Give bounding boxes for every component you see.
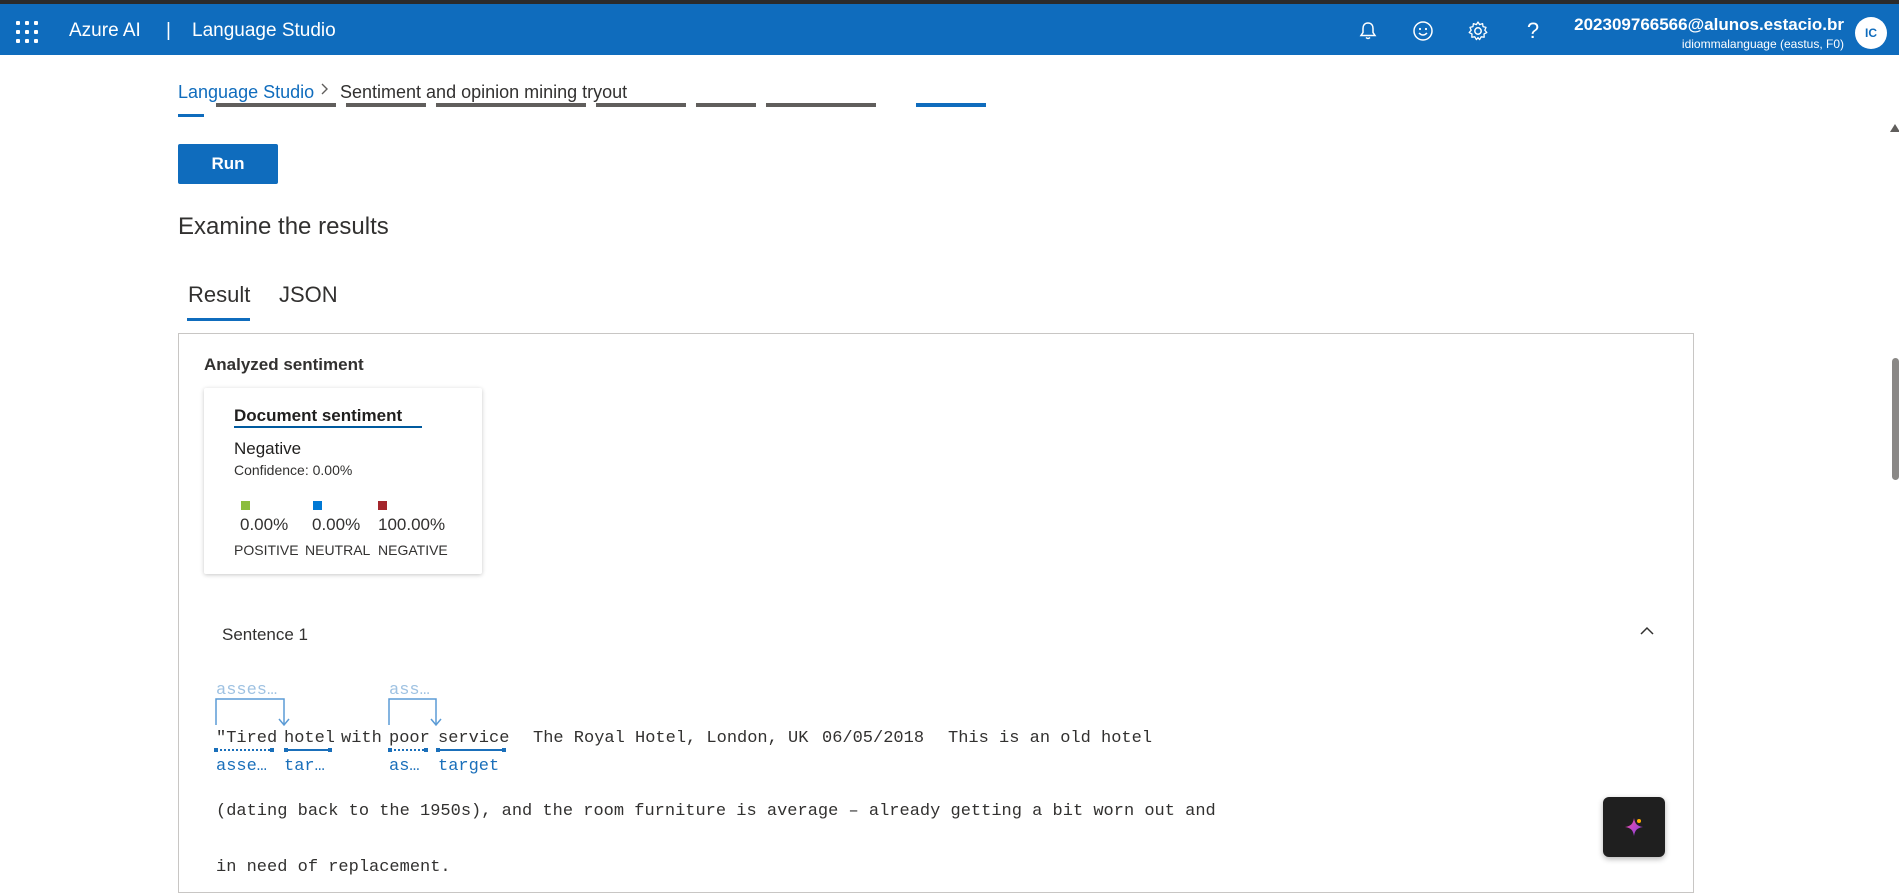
neutral-swatch [313,501,322,510]
sentence-header[interactable]: Sentence 1 [222,625,308,645]
tab-result[interactable]: Result [188,282,250,308]
sentence-text-line: in need of replacement. [216,858,451,877]
target-label[interactable]: tar… [284,757,325,776]
neutral-category: NEUTRAL [305,542,371,558]
positive-score: 0.00% [240,515,289,534]
assessment-label[interactable]: as… [389,757,420,776]
breadcrumb-home-link[interactable]: Language Studio [178,82,314,103]
negative-score: 100.00% [378,515,446,534]
opinion-underlines [214,748,506,752]
scrolled-content-edge [178,114,204,117]
run-button[interactable]: Run [178,144,278,184]
sparkle-icon [1625,818,1643,836]
confidence-text: Confidence: 0.00% [234,462,353,478]
negative-swatch [378,501,387,510]
sentiment-label: Negative [234,439,302,458]
positive-swatch [241,501,250,510]
breadcrumb-chevron-icon [319,81,331,102]
results-heading: Examine the results [178,213,389,240]
positive-category: POSITIVE [234,542,299,558]
assistant-button[interactable] [1603,797,1665,857]
active-tab-indicator [187,318,250,321]
analyzed-sentiment-heading: Analyzed sentiment [204,355,364,374]
topbar-separator: | [166,20,171,41]
sentence-text: 06/05/2018 [822,729,925,748]
target-label[interactable]: target [438,757,499,776]
sentence-text: This is an old hotel [948,729,1153,748]
document-sentiment-card: Document sentiment Negative Confidence: … [204,388,482,574]
scroll-up-arrow[interactable] [1890,124,1899,132]
sentence-text: The Royal Hotel, London, UK [533,729,809,748]
title-underline [234,426,422,428]
user-resource: idiommalanguage (eastus, F0) [1681,37,1844,51]
gear-icon[interactable] [1464,17,1492,45]
avatar[interactable]: IC [1855,17,1887,49]
word-with: with [341,729,382,748]
chevron-up-icon[interactable] [1637,621,1657,641]
top-bar: Azure AI | Language Studio ? 20230976656… [0,4,1899,55]
help-icon[interactable]: ? [1519,17,1547,45]
word-service[interactable]: service [438,729,509,748]
word-tired[interactable]: "Tired [216,729,277,748]
word-hotel[interactable]: hotel [284,729,335,748]
bell-icon[interactable] [1354,17,1382,45]
negative-category: NEGATIVE [378,542,448,558]
smiley-icon[interactable] [1409,17,1437,45]
neutral-score: 0.00% [312,515,361,534]
app-name[interactable]: Language Studio [192,20,336,42]
document-sentiment-title: Document sentiment [234,406,403,425]
clipped-text-edge [216,103,1076,117]
user-email[interactable]: 202309766566@alunos.estacio.br [1574,15,1844,35]
tab-json[interactable]: JSON [279,282,338,308]
product-name[interactable]: Azure AI [69,20,141,42]
word-poor[interactable]: poor [389,729,430,748]
scrollbar-thumb[interactable] [1892,358,1899,480]
breadcrumb-current: Sentiment and opinion mining tryout [340,82,628,102]
sentence-text-line: (dating back to the 1950s), and the room… [216,802,1216,821]
assessment-label[interactable]: asse… [216,757,267,776]
waffle-icon[interactable] [16,21,38,43]
